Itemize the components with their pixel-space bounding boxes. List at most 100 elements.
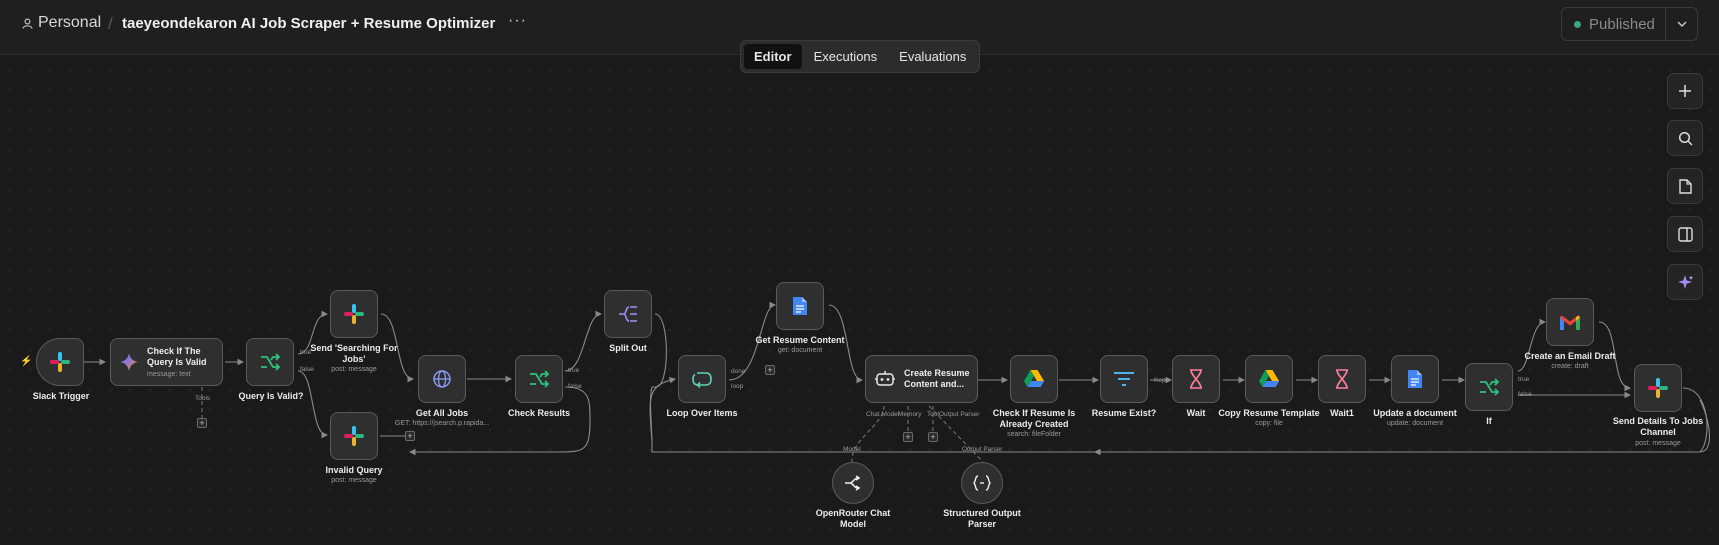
node-copy-resume-template[interactable] [1245,355,1293,403]
node-get-all-jobs[interactable] [418,355,466,403]
node-send-searching-for-jobs[interactable] [330,290,378,338]
plus-icon [1679,85,1691,97]
port-label-false: false [300,366,314,373]
user-icon [22,18,33,29]
node-query-is-valid[interactable] [246,338,294,386]
node-label: Get Resume Content [755,335,845,345]
add-tool-button[interactable]: + [197,418,207,428]
search-nodes-button[interactable] [1667,120,1703,156]
node-invalid-query[interactable] [330,412,378,460]
trigger-bolt-icon: ⚡ [20,356,33,367]
published-status-dot [1574,20,1581,28]
openrouter-icon [845,475,861,491]
port-label-model: Model [843,446,861,453]
node-label: Create an Email Draft [1524,351,1616,361]
slack-icon [1648,378,1668,398]
node-check-results[interactable] [515,355,563,403]
port-label-memory: Memory [898,411,922,418]
node-subtitle: post: message [1635,440,1681,447]
ai-sparkle-icon [1677,274,1693,289]
add-node-after-invalid-query[interactable]: + [405,431,415,441]
toggle-panel-button[interactable] [1667,216,1703,252]
node-label: Resume Exist? [1091,408,1157,418]
slack-icon [50,352,70,372]
node-create-email-draft[interactable] [1546,298,1594,346]
node-loop-over-items[interactable] [678,355,726,403]
node-label-line1: Check If The [147,346,201,356]
tab-evaluations[interactable]: Evaluations [889,44,976,69]
split-icon [619,306,637,322]
node-subtitle: message: text [147,371,191,378]
node-wide-text: Check If The Query Is Valid message: tex… [147,346,207,378]
node-subtitle: update: document [1386,420,1444,427]
node-create-resume-content[interactable]: Create Resume Content and... [865,355,978,403]
published-dropdown-button[interactable] [1666,21,1697,27]
tab-editor[interactable]: Editor [744,44,802,69]
node-label: Wait1 [1330,408,1354,418]
port-label-true: true [568,367,580,374]
node-label: Update a document [1373,408,1457,418]
ai-assistant-button[interactable] [1667,264,1703,300]
node-label-line1: Structured Output [943,508,1021,518]
braces-icon [973,475,991,491]
add-node-button[interactable] [1667,73,1703,109]
node-check-query-valid[interactable]: Check If The Query Is Valid message: tex… [110,338,223,386]
node-update-document[interactable] [1391,355,1439,403]
node-slack-trigger[interactable] [36,338,84,386]
if-icon [530,370,550,388]
node-label-line1: Create Resume [904,368,970,378]
if-icon [1480,378,1500,396]
gmail-icon [1560,315,1580,330]
panel-toggle-icon [1677,226,1693,242]
node-label-line2: Content and... [904,379,964,389]
port-label-output-parser: Output Parser [962,446,1003,453]
if-icon [261,353,281,371]
more-options-button[interactable]: ··· [508,12,527,30]
breadcrumb-personal[interactable]: Personal [22,14,101,32]
node-openrouter-chat-model[interactable] [832,462,874,504]
tab-executions[interactable]: Executions [804,44,888,69]
search-icon [1678,131,1693,146]
node-subtitle: get: document [777,347,823,354]
node-send-details-jobs-channel[interactable] [1634,364,1682,412]
globe-icon [433,370,451,388]
port-label-chat-model: Chat Model [866,411,900,418]
node-check-resume-created[interactable] [1010,355,1058,403]
gemini-icon [120,353,138,371]
node-label-line2: Query Is Valid [147,357,207,367]
port-label-true: true [1518,376,1530,383]
node-resume-exist[interactable] [1100,355,1148,403]
node-structured-output-parser[interactable] [961,462,1003,504]
hourglass-icon [1336,369,1348,389]
node-subtitle: post: message [331,366,377,373]
slack-icon [344,304,364,324]
node-wait1[interactable] [1318,355,1366,403]
node-if[interactable] [1465,363,1513,411]
node-subtitle: search: fileFolder [1007,431,1061,438]
node-label: Query Is Valid? [238,391,304,401]
node-get-resume-content[interactable] [776,282,824,330]
add-node-after-loop-done[interactable]: + [765,365,775,375]
node-label-line1: Send 'Searching For [310,343,398,353]
slack-icon [344,426,364,446]
filter-icon [1114,372,1134,386]
port-label-loop: loop [731,383,744,390]
node-wait[interactable] [1172,355,1220,403]
node-label: Slack Trigger [32,391,90,401]
published-label: Published [1589,15,1655,33]
published-button[interactable]: Published [1562,8,1666,40]
node-subtitle: copy: file [1255,420,1283,427]
docs-icon [793,297,807,315]
node-split-out[interactable] [604,290,652,338]
add-sticky-note-button[interactable] [1667,168,1703,204]
node-label: Check Results [507,408,571,418]
published-control: Published [1561,7,1698,41]
workflow-title[interactable]: taeyeondekaron AI Job Scraper + Resume O… [122,15,495,32]
add-tool-button[interactable]: + [928,432,938,442]
node-label: Wait [1186,408,1206,418]
chevron-down-icon [1677,21,1686,27]
robot-icon [875,371,895,386]
node-subtitle: create: draft [1551,363,1589,370]
add-memory-button[interactable]: + [903,432,913,442]
node-label-line2: Model [840,519,866,529]
